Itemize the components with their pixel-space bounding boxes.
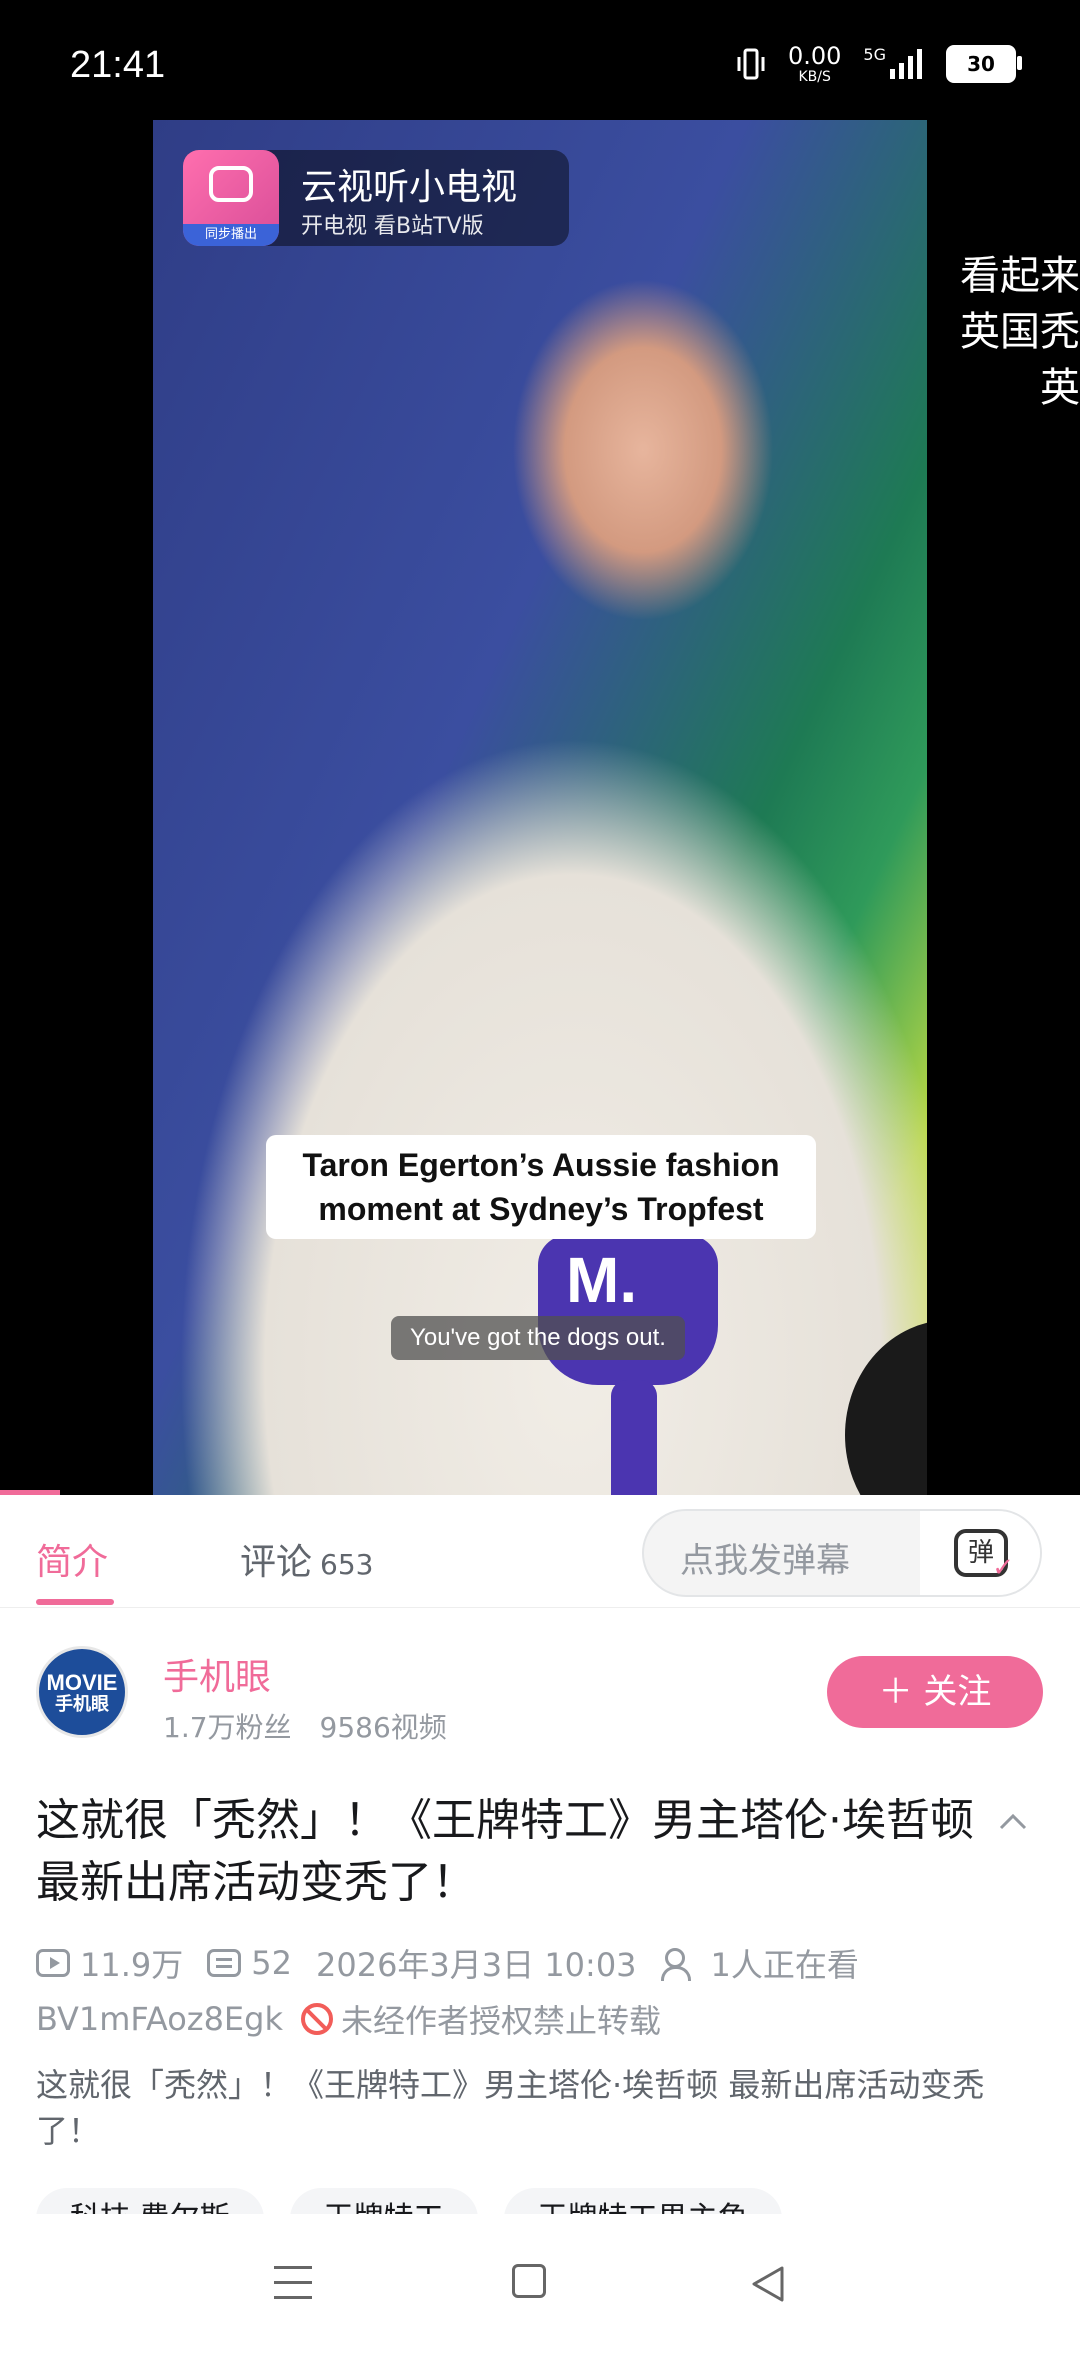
tab-intro[interactable]: 简介	[36, 1533, 108, 1585]
danmaku-toggle-button[interactable]: 弹 ✓	[920, 1511, 1040, 1595]
video-id-row: BV1mFAoz8Egk 未经作者授权禁止转载	[36, 1996, 661, 2042]
vibrate-icon	[737, 48, 765, 80]
comment-count: 653	[320, 1548, 374, 1581]
video-count: 9586视频	[319, 1711, 447, 1744]
tab-active-indicator	[36, 1599, 114, 1605]
net-speed: 0.00 KB/S	[788, 44, 841, 84]
publish-date: 2026年3月3日 10:03	[315, 1946, 637, 1984]
copyright-notice: 未经作者授权禁止转载	[340, 2002, 661, 2040]
net-speed-unit: KB/S	[798, 69, 831, 85]
watching-item: 1人正在看	[660, 1940, 859, 1986]
danmaku-input[interactable]: 点我发弹幕	[680, 1533, 850, 1582]
view-count: 11.9万	[80, 1946, 184, 1984]
watching-count: 1人正在看	[710, 1946, 859, 1984]
tab-bar: 简介 评论 653 点我发弹幕 弹 ✓	[0, 1495, 1080, 1608]
side-text-line: 看起来	[960, 253, 1080, 299]
bvid[interactable]: BV1mFAoz8Egk	[36, 2000, 283, 2038]
network-type: 5G	[863, 45, 886, 64]
video-caption: Taron Egerton’s Aussie fashion moment at…	[266, 1135, 816, 1239]
danmaku-count: 52	[251, 1944, 292, 1982]
danmaku-count-icon	[207, 1949, 242, 1977]
tab-comments[interactable]: 评论 653	[240, 1533, 373, 1585]
system-nav-bar	[0, 2214, 1080, 2354]
side-danmaku-text: 看起来 英国秃 英	[930, 248, 1080, 416]
video-subtitle: You've got the dogs out.	[391, 1316, 685, 1360]
tv-badge-title: 云视听小电视	[301, 167, 518, 208]
danmaku-count-item: 52	[207, 1944, 292, 1982]
video-player[interactable]: M. 看起来 英国秃 英 Taron Egerton’s Aussie fash…	[0, 120, 1080, 1495]
black-microphone	[845, 1320, 927, 1495]
side-text-line: 英国秃	[960, 309, 1080, 355]
caption-line: Taron Egerton’s Aussie fashion	[302, 1147, 780, 1183]
danmaku-toggle-icon: 弹 ✓	[954, 1529, 1014, 1581]
tab-comments-label: 评论	[240, 1542, 313, 1583]
menu-icon[interactable]	[274, 2266, 312, 2300]
danmaku-toggle-label: 弹	[967, 1538, 994, 1568]
chevron-up-icon[interactable]	[998, 1808, 1028, 1838]
author-row: MOVIE 手机眼 手机眼 1.7万粉丝 9586视频 ＋ 关注	[0, 1610, 1080, 1780]
microphone-handle	[611, 1380, 657, 1495]
follow-button[interactable]: ＋ 关注	[827, 1656, 1043, 1728]
tv-sync-label: 同步播出	[183, 224, 279, 246]
tv-app-badge[interactable]: 同步播出 云视听小电视 开电视 看B站TV版	[183, 150, 569, 246]
viewers-icon	[660, 1948, 701, 1981]
battery-icon: 30	[946, 45, 1022, 83]
home-icon[interactable]	[512, 2264, 546, 2298]
video-frame[interactable]: M.	[153, 120, 927, 1495]
video-description: 这就很「秃然」！《王牌特工》男主塔伦·埃哲顿 最新出席活动变秃了！	[36, 2066, 985, 2150]
tv-badge-subtitle: 开电视 看B站TV版	[301, 214, 484, 239]
no-reprint-icon	[300, 2003, 333, 2035]
danmaku-box: 点我发弹幕 弹 ✓	[642, 1509, 1042, 1597]
side-text-line: 英	[1040, 365, 1080, 411]
mic-letter: M.	[566, 1244, 638, 1316]
tv-face-icon	[209, 166, 253, 202]
status-icons: 0.00 KB/S 5G 30	[736, 44, 1022, 84]
author-name[interactable]: 手机眼	[163, 1648, 271, 1700]
check-icon: ✓	[992, 1553, 1014, 1583]
video-title: 这就很「秃然」！《王牌特工》男主塔伦·埃哲顿 最新出席活动变秃了！	[36, 1795, 974, 1908]
battery-level: 30	[967, 52, 995, 76]
avatar[interactable]: MOVIE 手机眼	[36, 1646, 128, 1738]
signal-bars-icon	[890, 49, 922, 79]
net-speed-value: 0.00	[787, 42, 842, 70]
avatar-text: 手机眼	[55, 1694, 109, 1715]
video-meta: 11.9万 52 2026年3月3日 10:03 1人正在看	[36, 1940, 883, 1986]
back-icon[interactable]	[748, 2264, 788, 2304]
signal-icon: 5G	[863, 47, 924, 81]
status-bar: 21:41 0.00 KB/S 5G 30	[0, 0, 1080, 120]
caption-line: moment at Sydney’s Tropfest	[318, 1191, 764, 1227]
view-count-item: 11.9万	[36, 1940, 183, 1986]
author-stats: 1.7万粉丝 9586视频	[163, 1706, 447, 1746]
play-count-icon	[36, 1949, 70, 1977]
follower-count: 1.7万粉丝	[163, 1711, 292, 1744]
status-time: 21:41	[70, 44, 166, 86]
avatar-text: MOVIE	[46, 1670, 118, 1695]
tv-logo-icon: 同步播出	[183, 150, 279, 246]
purple-microphone: M.	[538, 1235, 718, 1385]
